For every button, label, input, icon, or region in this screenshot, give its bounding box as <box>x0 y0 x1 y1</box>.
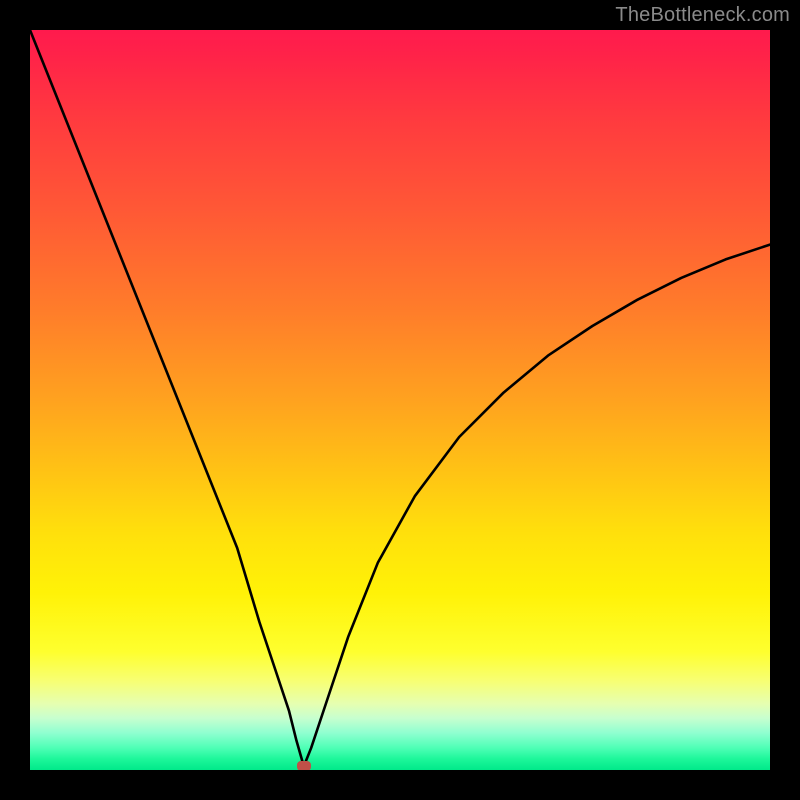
minimum-marker <box>297 761 311 770</box>
plot-area <box>30 30 770 770</box>
chart-frame: TheBottleneck.com <box>0 0 800 800</box>
curve-path <box>30 30 770 766</box>
watermark-text: TheBottleneck.com <box>615 4 790 27</box>
bottleneck-curve <box>30 30 770 770</box>
